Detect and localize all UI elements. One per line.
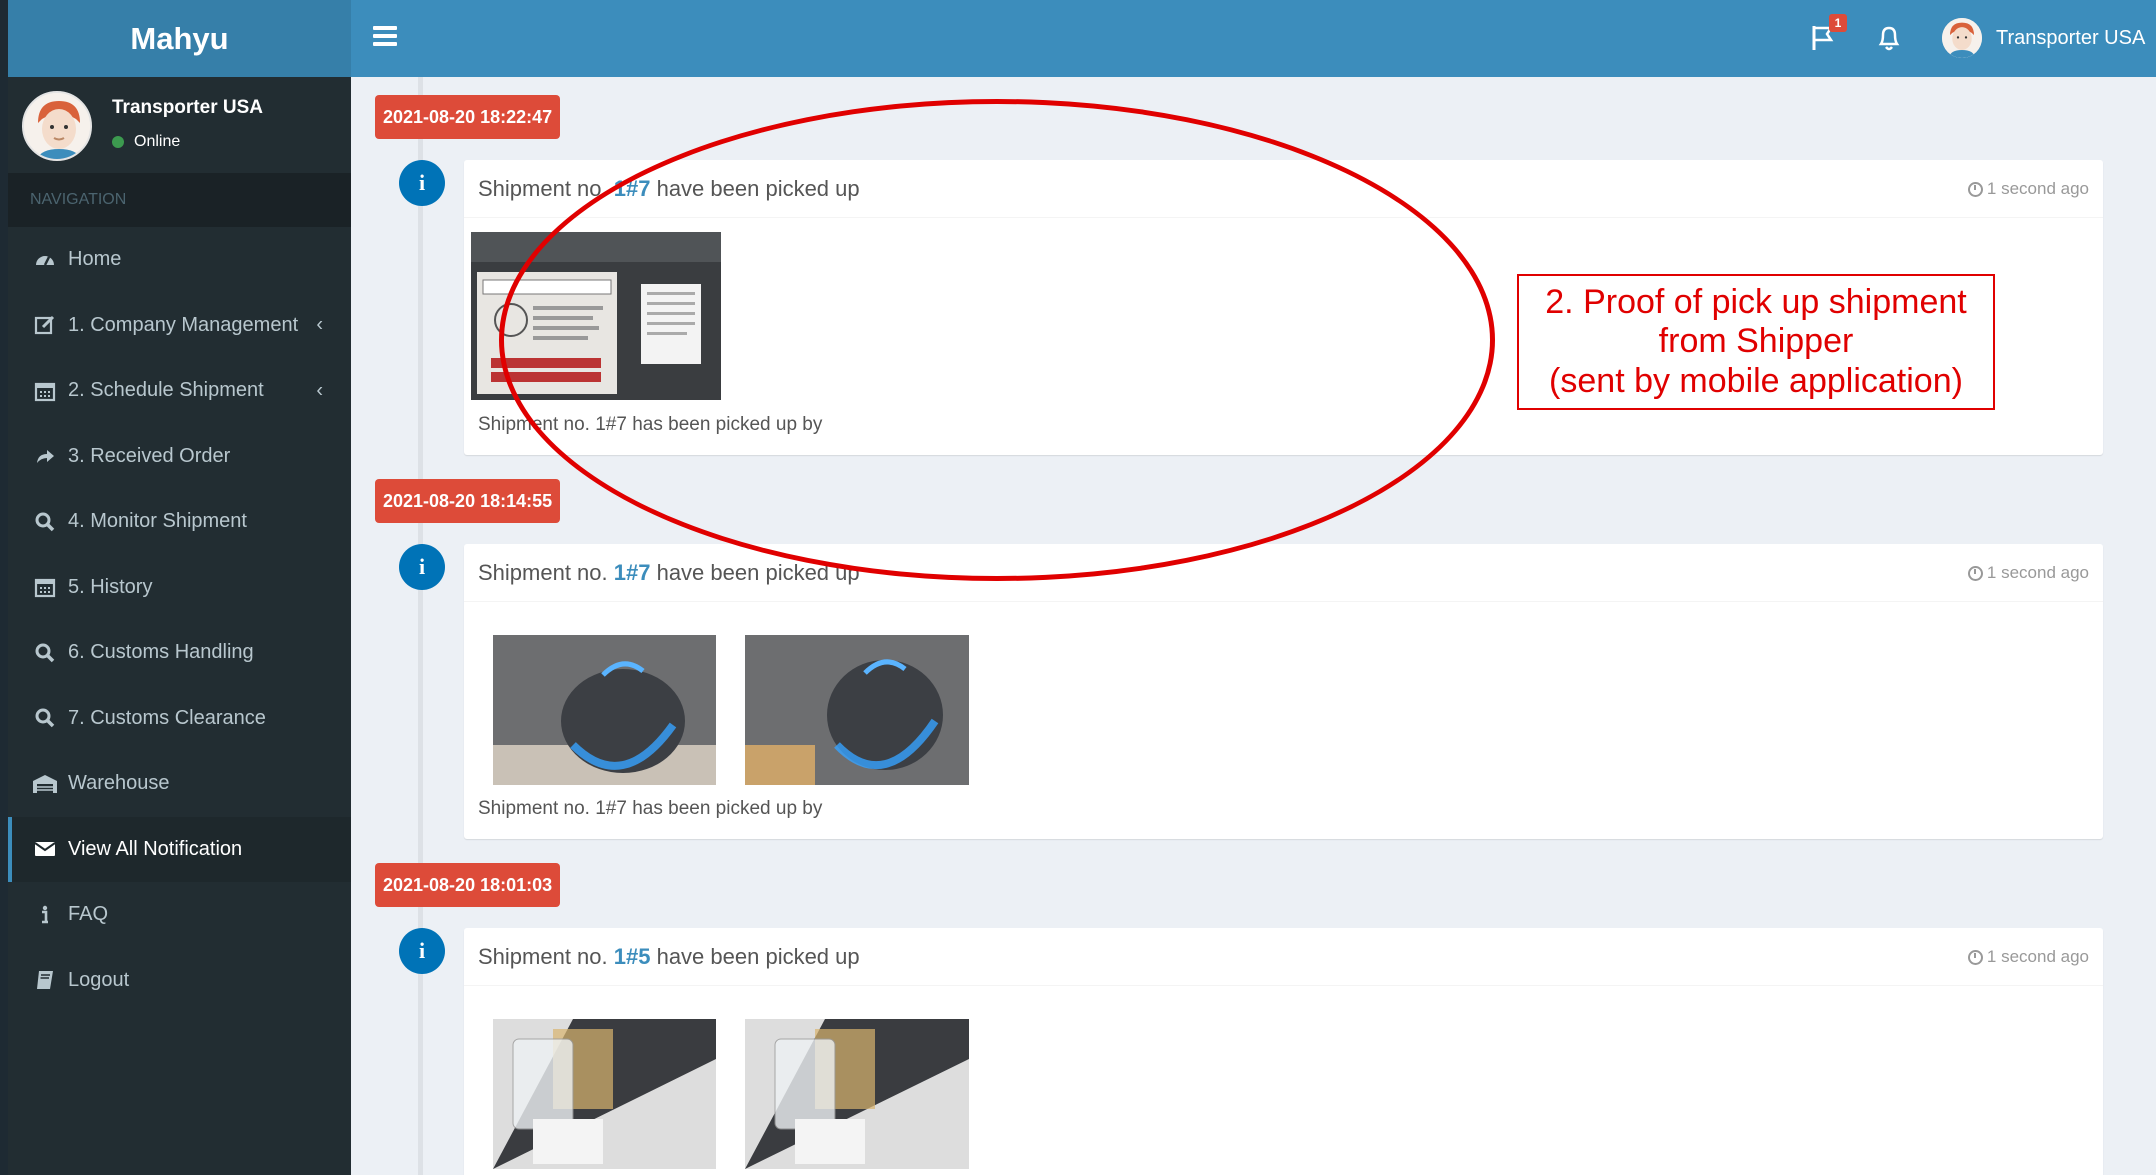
warehouse-icon <box>32 771 58 797</box>
clock-icon <box>1967 949 1983 965</box>
bell-icon[interactable] <box>1876 24 1902 52</box>
avatar <box>22 91 92 161</box>
sidebar-item-label: 7. Customs Clearance <box>68 706 266 729</box>
sidebar-item-faq[interactable]: FAQ <box>8 882 351 948</box>
card-footer-text: Shipment no. 1#7 has been picked up by <box>478 798 823 819</box>
timeline-card: Shipment no. 1#5 have been picked up 1 s… <box>464 928 2103 1175</box>
info-icon: i <box>399 928 445 974</box>
annotation-line: (sent by mobile application) <box>1549 361 1963 400</box>
info-icon: i <box>399 160 445 206</box>
sidebar-item-label: View All Notification <box>68 837 243 860</box>
sidebar-item-received-order[interactable]: 3. Received Order <box>8 424 351 490</box>
chevron-left-icon[interactable]: ‹ <box>316 314 323 337</box>
card-header: Shipment no. 1#7 have been picked up 1 s… <box>464 544 2103 602</box>
sidebar-item-label: Home <box>68 248 122 271</box>
card-title: Shipment no. 1#7 have been picked up <box>478 560 860 585</box>
flag-badge: 1 <box>1829 14 1847 32</box>
sidebar-item-label: 3. Received Order <box>68 444 231 467</box>
menu-toggle-icon[interactable] <box>373 26 397 50</box>
online-dot-icon <box>112 136 124 148</box>
sidebar: Mahyu Transporter USA Online NAVIGATION … <box>8 0 351 1175</box>
sidebar-item-customs-clearance[interactable]: 7. Customs Clearance <box>8 686 351 752</box>
clock-icon <box>1967 181 1983 197</box>
clock-icon <box>1967 565 1983 581</box>
info-icon: i <box>399 544 445 590</box>
sidebar-item-label: FAQ <box>68 903 109 926</box>
annotation-ellipse <box>499 99 1495 581</box>
search-icon <box>32 705 58 731</box>
search-icon <box>32 640 58 666</box>
edit-icon <box>32 312 58 338</box>
notification-timeline: 2021-08-20 18:22:47 i Shipment no. 1#7 h… <box>351 77 2156 1175</box>
sidebar-item-label: Warehouse <box>68 772 170 795</box>
sidebar-item-label: 6. Customs Handling <box>68 641 254 664</box>
sidebar-nav: Home 1. Company Management ‹ 2. Schedule Sh… <box>8 227 351 1013</box>
card-time: 1 second ago <box>1967 563 2089 583</box>
shipment-link[interactable]: 1#5 <box>614 944 651 969</box>
mouse-photo[interactable] <box>745 635 969 785</box>
sidebar-item-home[interactable]: Home <box>8 227 351 293</box>
topbar-user-name[interactable]: Transporter USA <box>1996 27 2145 50</box>
share-icon <box>32 443 58 469</box>
info-icon <box>32 902 58 928</box>
card-time: 1 second ago <box>1967 179 2089 199</box>
search-icon <box>32 509 58 535</box>
sidebar-item-history[interactable]: 5. History <box>8 555 351 621</box>
user-panel: Transporter USA Online <box>8 77 351 173</box>
brand-logo[interactable]: Mahyu <box>8 0 351 77</box>
sidebar-item-schedule-shipment[interactable]: 2. Schedule Shipment ‹ <box>8 358 351 424</box>
time-label: 2021-08-20 18:22:47 <box>375 95 561 139</box>
timeline-line <box>418 77 423 1175</box>
dashboard-icon <box>32 247 58 273</box>
card-time: 1 second ago <box>1967 947 2089 967</box>
sidebar-user-name: Transporter USA <box>112 97 263 118</box>
topbar-avatar[interactable] <box>1942 18 1982 58</box>
user-status: Online <box>112 133 180 151</box>
nav-header: NAVIGATION <box>8 173 351 227</box>
card-title: Shipment no. 1#5 have been picked up <box>478 944 860 969</box>
timeline-card: Shipment no. 1#7 have been picked up 1 s… <box>464 544 2103 839</box>
sidebar-item-monitor-shipment[interactable]: 4. Monitor Shipment <box>8 489 351 555</box>
sidebar-item-label: 1. Company Management <box>68 313 299 336</box>
shipment-link[interactable]: 1#7 <box>614 560 651 585</box>
calendar-icon <box>32 574 58 600</box>
sidebar-item-label: 4. Monitor Shipment <box>68 510 247 533</box>
calendar-icon <box>32 378 58 404</box>
sidebar-item-view-all-notification[interactable]: View All Notification <box>8 816 351 882</box>
glass-photo[interactable] <box>745 1019 969 1169</box>
time-label: 2021-08-20 18:01:03 <box>375 863 561 907</box>
time-label: 2021-08-20 18:14:55 <box>375 479 561 523</box>
top-navbar: 1 Transporter USA <box>351 0 2156 77</box>
annotation-callout: 2. Proof of pick up shipment from Shippe… <box>1517 274 1995 410</box>
card-header: Shipment no. 1#5 have been picked up 1 s… <box>464 928 2103 986</box>
annotation-line: 2. Proof of pick up shipment <box>1545 283 1967 322</box>
sidebar-item-customs-handling[interactable]: 6. Customs Handling <box>8 620 351 686</box>
book-icon <box>32 967 58 993</box>
glass-photo[interactable] <box>493 1019 716 1169</box>
sidebar-item-logout[interactable]: Logout <box>8 948 351 1014</box>
chevron-left-icon[interactable]: ‹ <box>316 379 323 402</box>
sidebar-item-company-management[interactable]: 1. Company Management ‹ <box>8 293 351 359</box>
sidebar-item-warehouse[interactable]: Warehouse <box>8 751 351 817</box>
envelope-icon <box>32 836 58 862</box>
sidebar-item-label: Logout <box>68 968 130 991</box>
mouse-photo[interactable] <box>493 635 716 785</box>
sidebar-item-label: 5. History <box>68 575 153 598</box>
annotation-line: from Shipper <box>1658 322 1854 361</box>
sidebar-item-label: 2. Schedule Shipment <box>68 379 264 402</box>
user-status-label: Online <box>134 133 181 150</box>
